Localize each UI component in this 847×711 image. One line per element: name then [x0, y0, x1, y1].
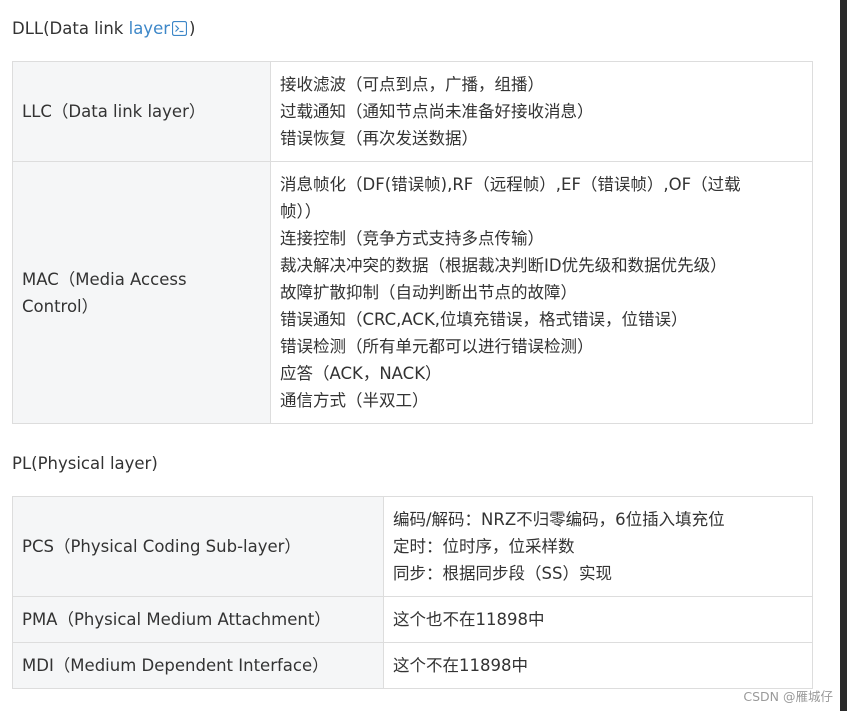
pcs-line: 编码/解码：NRZ不归零编码，6位插入填充位	[393, 510, 725, 529]
mac-key-cell: MAC（Media Access Control）	[12, 161, 271, 424]
pcs-line: 同步：根据同步段（SS）实现	[393, 564, 612, 583]
pcs-line: 定时：位时序，位采样数	[393, 537, 575, 556]
dll-heading-suffix: )	[189, 19, 196, 38]
search-icon[interactable]	[171, 19, 188, 37]
mdi-key-label: MDI（Medium Dependent Interface）	[22, 656, 329, 675]
pcs-value-cell: 编码/解码：NRZ不归零编码，6位插入填充位 定时：位时序，位采样数 同步：根据…	[383, 496, 813, 597]
dll-heading-prefix: DLL(Data link	[12, 19, 129, 38]
mdi-key-cell: MDI（Medium Dependent Interface）	[12, 642, 384, 689]
mac-key-label: Control）	[22, 296, 99, 316]
mac-line: 帧））	[280, 202, 322, 221]
mac-line: 连接控制（竞争方式支持多点传输）	[280, 229, 544, 248]
llc-key-cell: LLC（Data link layer）	[12, 61, 271, 162]
llc-value-cell: 接收滤波（可点到点，广播，组播） 过载通知（通知节点尚未准备好接收消息） 错误恢…	[270, 61, 813, 162]
mac-line: 通信方式（半双工）	[280, 391, 429, 410]
mac-line: 裁决解决冲突的数据（根据裁决判断ID优先级和数据优先级）	[280, 256, 727, 275]
pma-value-cell: 这个也不在11898中	[383, 596, 813, 643]
mac-line: 错误通知（CRC,ACK,位填充错误，格式错误，位错误）	[280, 310, 688, 329]
llc-line: 错误恢复（再次发送数据）	[280, 129, 478, 148]
mac-value-cell: 消息帧化（DF(错误帧),RF（远程帧）,EF（错误帧）,OF（过载 帧）） 连…	[270, 161, 813, 424]
pma-line: 这个也不在11898中	[393, 610, 545, 629]
mac-line: 故障扩散抑制（自动判断出节点的故障）	[280, 283, 577, 302]
mac-key-label: MAC（Media Access	[22, 269, 187, 289]
pcs-key-cell: PCS（Physical Coding Sub-layer）	[12, 496, 384, 597]
layer-link[interactable]: layer	[129, 19, 170, 38]
mdi-value-cell: 这个不在11898中	[383, 642, 813, 689]
window-edge-bar	[840, 0, 847, 711]
dll-heading: DLL(Data link layer)	[12, 17, 195, 41]
pma-key-label: PMA（Physical Medium Attachment）	[22, 610, 331, 629]
pl-heading: PL(Physical layer)	[12, 454, 158, 473]
pl-table: PCS（Physical Coding Sub-layer） 编码/解码：NRZ…	[12, 496, 813, 689]
table-row: PMA（Physical Medium Attachment） 这个也不在118…	[12, 596, 813, 643]
table-row: LLC（Data link layer） 接收滤波（可点到点，广播，组播） 过载…	[12, 61, 813, 162]
pcs-key-label: PCS（Physical Coding Sub-layer）	[22, 537, 301, 556]
table-row: MDI（Medium Dependent Interface） 这个不在1189…	[12, 642, 813, 689]
mac-line: 错误检测（所有单元都可以进行错误检测）	[280, 337, 594, 356]
llc-key-label: LLC（Data link layer）	[22, 102, 206, 121]
mac-line: 应答（ACK，NACK）	[280, 364, 442, 383]
llc-line: 过载通知（通知节点尚未准备好接收消息）	[280, 102, 594, 121]
pma-key-cell: PMA（Physical Medium Attachment）	[12, 596, 384, 643]
mdi-line: 这个不在11898中	[393, 656, 528, 675]
mac-line: 消息帧化（DF(错误帧),RF（远程帧）,EF（错误帧）,OF（过载	[280, 175, 741, 194]
watermark: CSDN @雁城仔	[743, 689, 833, 704]
table-row: PCS（Physical Coding Sub-layer） 编码/解码：NRZ…	[12, 496, 813, 597]
table-row: MAC（Media Access Control） 消息帧化（DF(错误帧),R…	[12, 161, 813, 424]
dll-table: LLC（Data link layer） 接收滤波（可点到点，广播，组播） 过载…	[12, 61, 813, 424]
llc-line: 接收滤波（可点到点，广播，组播）	[280, 75, 544, 94]
